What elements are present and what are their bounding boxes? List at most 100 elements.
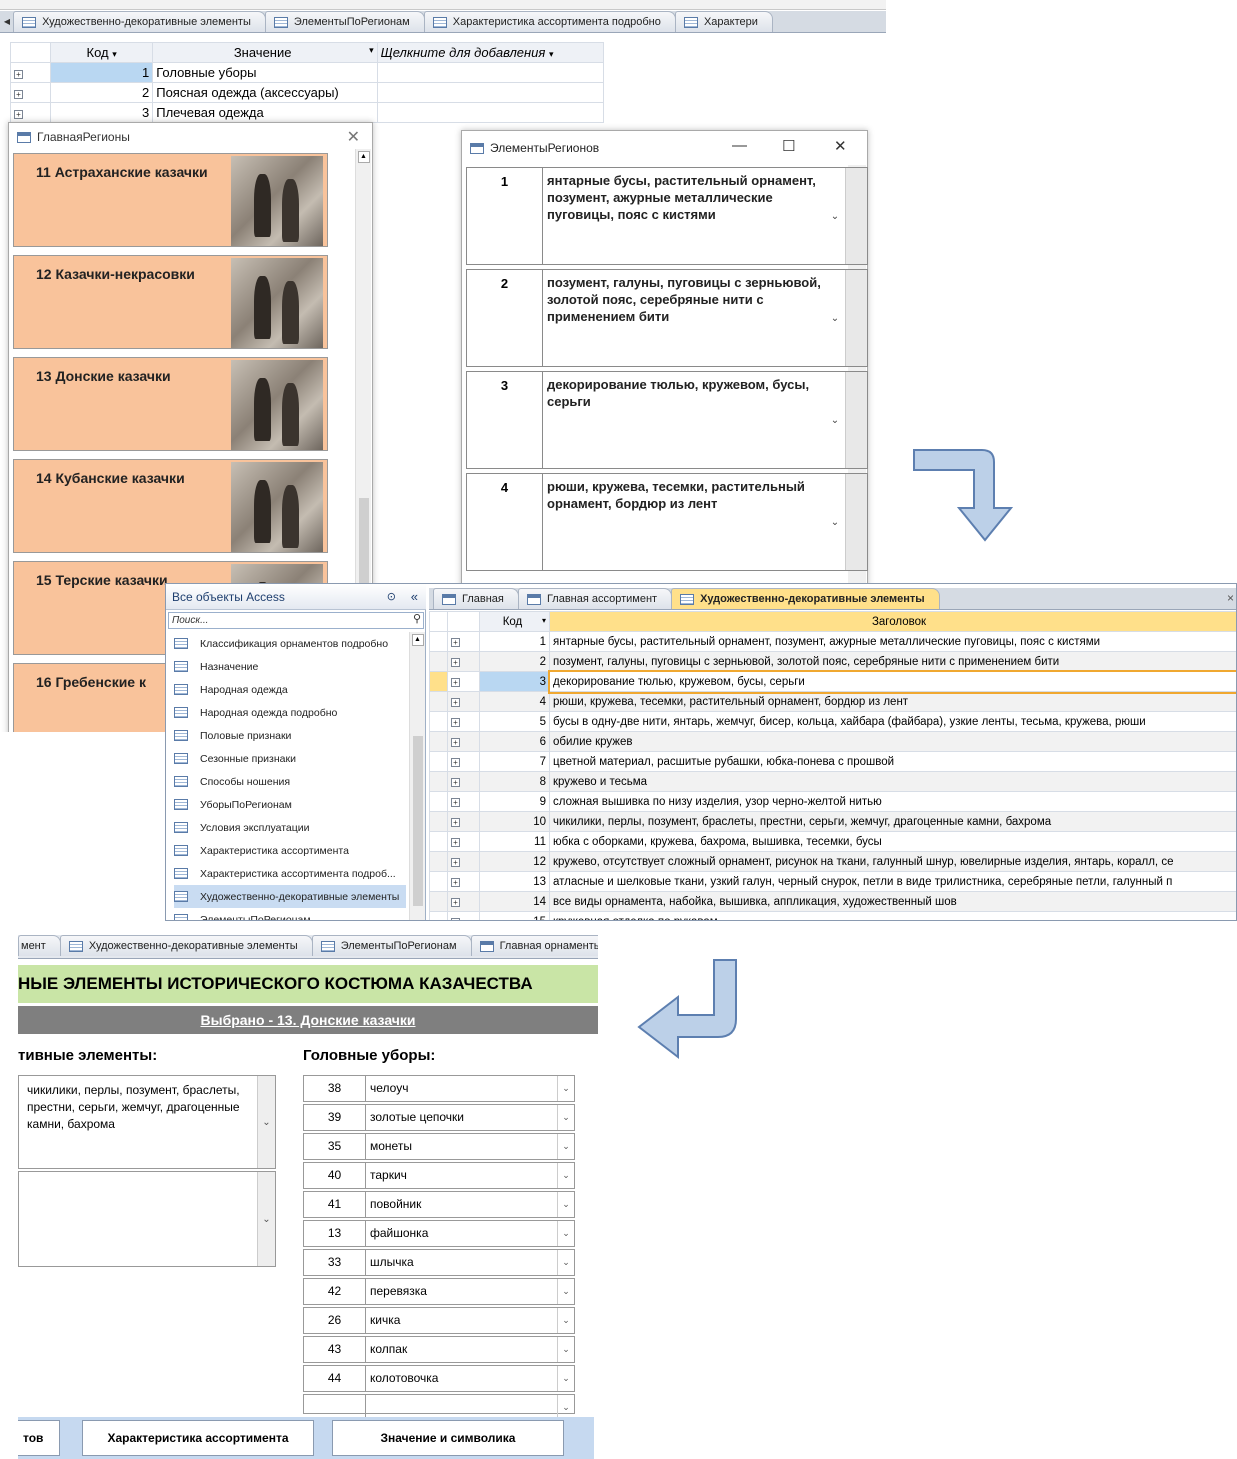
cell-code[interactable]: 8: [479, 771, 550, 792]
headwear-name[interactable]: челоуч: [370, 1076, 408, 1101]
regions-window-titlebar[interactable]: ГлавнаяРегионы ✕: [9, 123, 372, 151]
close-icon[interactable]: ✕: [834, 137, 847, 155]
headwear-name[interactable]: монеты: [370, 1134, 412, 1159]
cell-title[interactable]: обилие кружев: [549, 731, 1236, 752]
headwear-row[interactable]: 35 монеты ⌄: [303, 1133, 575, 1160]
maximize-icon[interactable]: ☐: [782, 137, 795, 155]
chevron-down-icon[interactable]: ⌄: [557, 1366, 574, 1391]
expand-icon[interactable]: +: [451, 877, 460, 887]
row-selector[interactable]: [429, 831, 448, 852]
expand-cell[interactable]: +: [447, 631, 480, 652]
headwear-row[interactable]: 33 шлычка ⌄: [303, 1249, 575, 1276]
tab-assortment-detail[interactable]: Характеристика ассортимента подробно: [423, 11, 676, 32]
cell-code[interactable]: 11: [479, 831, 550, 852]
table-row[interactable]: +4 рюши, кружева, тесемки, растительный о…: [429, 691, 1236, 712]
table-row[interactable]: +5 бусы в одну-две нити, янтарь, жемчуг, …: [429, 711, 1236, 732]
region-card[interactable]: 14 Кубанские казачки: [13, 459, 328, 553]
cell-title[interactable]: кружево, отсутствует сложный орнамент, р…: [549, 851, 1236, 872]
cell-empty[interactable]: [376, 62, 605, 83]
scroll-up-icon[interactable]: ▲: [411, 634, 424, 646]
column-header-title[interactable]: Заголовок: [549, 611, 1236, 632]
element-row[interactable]: 3 декорирование тюлью, кружевом, бусы, се…: [466, 371, 868, 469]
expand-cell[interactable]: +: [447, 891, 480, 912]
tab-main-ornaments[interactable]: Главная орнаменты: [470, 935, 598, 956]
region-card[interactable]: 13 Донские казачки: [13, 357, 328, 451]
row-selector[interactable]: [429, 711, 448, 732]
headwear-name[interactable]: повойник: [370, 1192, 421, 1217]
row-selector[interactable]: [429, 811, 448, 832]
decorative-elements-field[interactable]: чикилики, перлы, позумент, браслеты, пре…: [18, 1075, 276, 1169]
cell-title[interactable]: цветной материал, расшитые рубашки, юбка…: [549, 751, 1236, 772]
expand-icon[interactable]: +: [451, 677, 460, 687]
headwear-row[interactable]: 39 золотые цепочки ⌄: [303, 1104, 575, 1131]
chevron-down-icon[interactable]: ⌄: [557, 1250, 574, 1275]
nav-item[interactable]: Назначение: [174, 655, 406, 678]
row-selector[interactable]: [429, 851, 448, 872]
nav-item[interactable]: ЭлементыПоРегионам: [174, 908, 406, 920]
headwear-name[interactable]: кичка: [370, 1308, 400, 1333]
cell-title[interactable]: юбка с оборками, кружева, бахрома, вышив…: [549, 831, 1236, 852]
chevron-down-icon[interactable]: ⌄: [825, 474, 845, 570]
nav-item[interactable]: Классификация орнаментов подробно: [174, 632, 406, 655]
chevron-down-icon[interactable]: ⌄: [557, 1134, 574, 1159]
expand-icon[interactable]: +: [14, 110, 23, 119]
table-row[interactable]: + 2 Поясная одежда (аксессуары): [9, 82, 605, 103]
table-row[interactable]: + 3 Плечевая одежда: [9, 102, 605, 123]
expand-cell[interactable]: +: [447, 851, 480, 872]
chevron-down-icon[interactable]: ⌄: [557, 1105, 574, 1130]
expand-cell[interactable]: +: [447, 751, 480, 772]
row-selector[interactable]: [429, 671, 448, 692]
chevron-down-icon[interactable]: ⌄: [825, 372, 845, 468]
cell-empty[interactable]: [376, 82, 605, 103]
chevron-down-icon[interactable]: ⊙: [387, 590, 396, 603]
column-header-code[interactable]: Код ▾: [479, 611, 550, 632]
table-row[interactable]: +7 цветной материал, расшитые рубашки, юб…: [429, 751, 1236, 772]
row-selector[interactable]: [429, 771, 448, 792]
table-row[interactable]: +15кружевная отделка по рукавам: [429, 911, 1236, 920]
nav-item[interactable]: УборыПоРегионам: [174, 793, 406, 816]
close-tab-icon[interactable]: ×: [1227, 591, 1234, 605]
nav-button-assortment[interactable]: Характеристика ассортимента: [82, 1420, 314, 1456]
chevron-down-icon[interactable]: ⌄: [257, 1076, 275, 1168]
headwear-row[interactable]: 40 таркич ⌄: [303, 1162, 575, 1189]
tab-art-elements[interactable]: Художественно-декоративные элементы: [13, 11, 266, 32]
row-selector[interactable]: [429, 791, 448, 812]
cell-code[interactable]: 2: [50, 82, 154, 103]
table-row[interactable]: + 1 Головные уборы: [9, 62, 605, 83]
tab-scroll-left-icon[interactable]: ◀: [0, 11, 14, 32]
cell-code[interactable]: 4: [479, 691, 550, 712]
table-row[interactable]: +14 все виды орнамента, набойка, вышивка,…: [429, 891, 1236, 912]
column-header-add[interactable]: Щелкните для добавления ▾: [376, 42, 605, 63]
chevron-down-icon[interactable]: ⌄: [825, 270, 845, 366]
cell-empty[interactable]: [376, 102, 605, 123]
headwear-row[interactable]: 43 колпак ⌄: [303, 1336, 575, 1363]
field-scrollbar[interactable]: [845, 168, 867, 264]
field-scrollbar[interactable]: [845, 270, 867, 366]
cell-title[interactable]: янтарные бусы, растительный орнамент, по…: [549, 631, 1236, 652]
expand-icon[interactable]: +: [451, 837, 460, 847]
nav-item[interactable]: Художественно-декоративные элементы: [174, 885, 406, 908]
row-selector[interactable]: [429, 871, 448, 892]
nav-button-cut[interactable]: тов: [18, 1420, 60, 1456]
scroll-up-icon[interactable]: ▲: [357, 151, 370, 163]
table-row[interactable]: +3 декорирование тюлью, кружевом, бусы, с…: [429, 669, 1236, 694]
nav-item[interactable]: Сезонные признаки: [174, 747, 406, 770]
headwear-row[interactable]: ⌄: [303, 1394, 575, 1420]
table-row[interactable]: +2 позумент, галуны, пуговицы с зерньювой…: [429, 651, 1236, 672]
expand-cell[interactable]: +: [447, 691, 480, 712]
expand-cell[interactable]: +: [447, 731, 480, 752]
cell-code[interactable]: 9: [479, 791, 550, 812]
cell-code[interactable]: 1: [50, 62, 154, 83]
headwear-name[interactable]: шлычка: [370, 1250, 414, 1275]
chevron-down-icon[interactable]: ⌄: [557, 1221, 574, 1246]
table-row[interactable]: +1 янтарные бусы, растительный орнамент, …: [429, 631, 1236, 652]
table-row[interactable]: +13 атласные и шелковые ткани, узкий галу…: [429, 871, 1236, 892]
cell-title[interactable]: атласные и шелковые ткани, узкий галун, …: [549, 871, 1236, 892]
row-selector[interactable]: [429, 631, 448, 652]
expand-cell[interactable]: +: [447, 651, 480, 672]
row-selector[interactable]: [429, 651, 448, 672]
headwear-name[interactable]: золотые цепочки: [370, 1105, 464, 1130]
cell-code[interactable]: 2: [479, 651, 550, 672]
expand-icon[interactable]: +: [451, 697, 460, 707]
headwear-row[interactable]: 38 челоуч ⌄: [303, 1075, 575, 1102]
